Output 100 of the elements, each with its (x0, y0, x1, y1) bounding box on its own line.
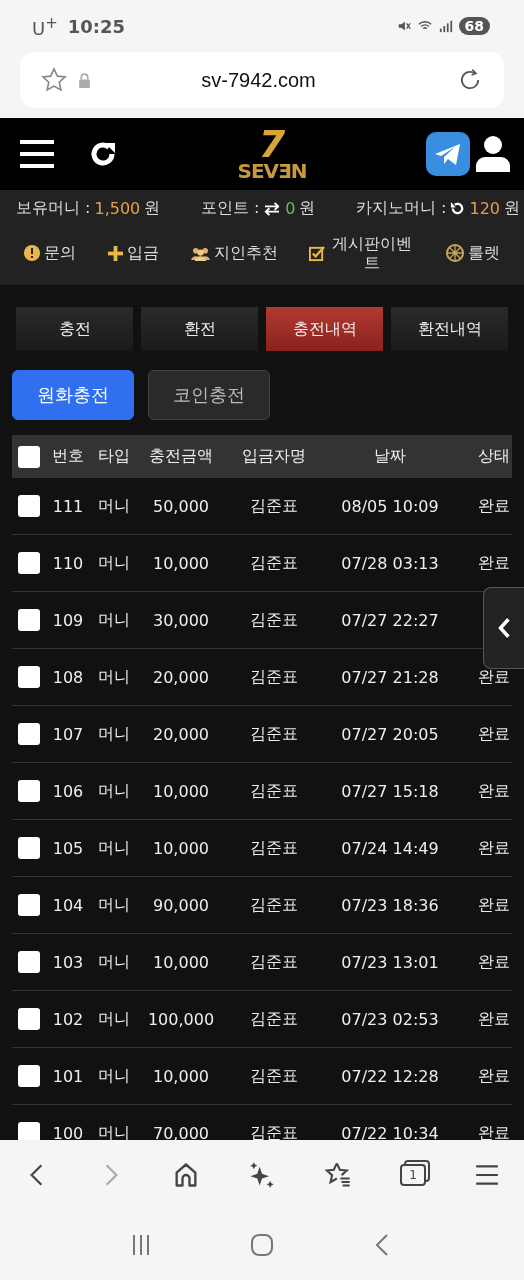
table-cell-text: 김준표 (249, 837, 299, 859)
select-all-checkbox[interactable] (18, 445, 40, 468)
table-cell-text: 07/28 03:13 (340, 553, 440, 573)
bookmarks-icon[interactable] (324, 1161, 352, 1189)
table-cell-text: 10,000 (152, 952, 210, 972)
balance-label: 보유머니 : (16, 198, 91, 219)
table-cell-text: 106 (51, 781, 85, 801)
table-cell-text: 머니 (97, 837, 131, 859)
table-cell-text: 김준표 (249, 1008, 299, 1030)
table-cell-text: 완료 (477, 495, 511, 517)
row-checkbox[interactable] (18, 1065, 40, 1087)
table-cell-text: 104 (51, 895, 85, 915)
row-checkbox[interactable] (18, 1122, 40, 1140)
table-cell-text: 105 (51, 838, 85, 858)
menu-link[interactable]: 문의 (44, 242, 76, 264)
user-icon[interactable] (476, 136, 510, 172)
balance-amount: 120 (469, 199, 500, 218)
subtab-button[interactable]: 원화충전 (12, 370, 134, 420)
table-cell-text: 101 (51, 1066, 85, 1086)
logo[interactable]: 7 SEVƎN (237, 127, 307, 181)
table-cell-text: 김준표 (249, 723, 299, 745)
table-cell-text: 김준표 (249, 609, 299, 631)
column-header: 날짜 (373, 446, 407, 467)
tab[interactable]: 충전내역 (266, 307, 383, 351)
column-header: 번호 (51, 446, 85, 467)
row-checkbox[interactable] (18, 723, 40, 745)
exchange-icon[interactable] (263, 201, 282, 216)
table-cell-text: 07/23 18:36 (340, 895, 440, 915)
row-checkbox[interactable] (18, 780, 40, 802)
refresh-icon[interactable] (450, 201, 466, 216)
tab[interactable]: 환전 (141, 307, 258, 351)
side-drawer-tab[interactable] (483, 587, 524, 669)
menu-link[interactable]: 지인추천 (213, 242, 278, 264)
table-cell-text: 머니 (97, 609, 131, 631)
table-cell-text: 108 (51, 667, 85, 687)
table-cell-text: 완료 (477, 666, 511, 688)
row-checkbox[interactable] (18, 552, 40, 574)
subtab-button[interactable]: 코인충전 (148, 370, 270, 420)
table-cell-text: 07/27 15:18 (340, 781, 440, 801)
balance-amount: 0 (285, 199, 296, 218)
table-cell-text: 김준표 (249, 951, 299, 973)
table-cell-text: 완료 (477, 1008, 511, 1030)
table-cell-text: 완료 (477, 1122, 511, 1140)
table-cell-text: 김준표 (249, 1122, 299, 1140)
table-cell-text: 김준표 (249, 894, 299, 916)
address-bar[interactable]: sv-7942.com (20, 52, 504, 108)
currency-unit: 원 (144, 198, 161, 219)
table-cell-text: 10,000 (152, 838, 210, 858)
table-cell-text: 111 (51, 496, 85, 516)
star-icon[interactable] (40, 66, 68, 94)
table-cell-text: 107 (51, 724, 85, 744)
tab[interactable]: 환전내역 (391, 307, 508, 351)
people-icon (190, 245, 210, 261)
menu-link[interactable]: 입금 (126, 242, 159, 264)
column-header: 충전금액 (148, 446, 214, 467)
telegram-icon[interactable] (426, 132, 470, 176)
table-cell-text: 10,000 (152, 553, 210, 573)
table-cell-text: 07/27 21:28 (340, 667, 440, 687)
battery-level: 68 (458, 17, 490, 35)
table-cell-text: 07/24 14:49 (340, 838, 440, 858)
table-cell-text: 머니 (97, 666, 131, 688)
row-checkbox[interactable] (18, 894, 40, 916)
checkbox-icon (309, 244, 327, 262)
menu-icon[interactable] (20, 140, 54, 168)
table-cell-text: 김준표 (249, 552, 299, 574)
balance-label: 카지노머니 : (355, 198, 447, 219)
table-cell-text: 머니 (97, 723, 131, 745)
row-checkbox[interactable] (18, 837, 40, 859)
mute-icon (396, 19, 411, 33)
tab[interactable]: 충전 (16, 307, 133, 351)
table-cell-text: 109 (51, 610, 85, 630)
table-cell-text: 20,000 (152, 724, 210, 744)
row-checkbox[interactable] (18, 666, 40, 688)
home-button-icon[interactable] (250, 1233, 274, 1257)
menu-link[interactable]: 룰렛 (468, 242, 500, 264)
table-cell-text: 완료 (477, 1065, 511, 1087)
chevron-left-icon (497, 617, 511, 639)
table-cell-text: 110 (51, 553, 85, 573)
row-checkbox[interactable] (18, 609, 40, 631)
table-cell-text: 08/05 10:09 (340, 496, 440, 516)
column-header: 상태 (477, 446, 511, 467)
sparkle-icon[interactable] (248, 1161, 276, 1189)
table-cell-text: 머니 (97, 951, 131, 973)
table-cell-text: 07/23 02:53 (340, 1009, 440, 1029)
table-cell-text: 50,000 (152, 496, 210, 516)
menu-link[interactable]: 게시판이벤트 (330, 233, 415, 273)
row-checkbox[interactable] (18, 1008, 40, 1030)
currency-unit: 원 (504, 198, 520, 219)
table-cell-text: 머니 (97, 1008, 131, 1030)
table-cell-text: 머니 (97, 780, 131, 802)
table-cell-text: 70,000 (152, 1123, 210, 1140)
balance-label: 포인트 : (200, 198, 260, 219)
table-cell-text: 김준표 (249, 1065, 299, 1087)
table-cell-text: 20,000 (152, 667, 210, 687)
table-cell-text: 완료 (477, 951, 511, 973)
table-cell-text: 완료 (477, 894, 511, 916)
row-checkbox[interactable] (18, 951, 40, 973)
menu-icon[interactable] (474, 1162, 500, 1188)
clock-time: 10:25 (67, 15, 126, 37)
row-checkbox[interactable] (18, 495, 40, 517)
